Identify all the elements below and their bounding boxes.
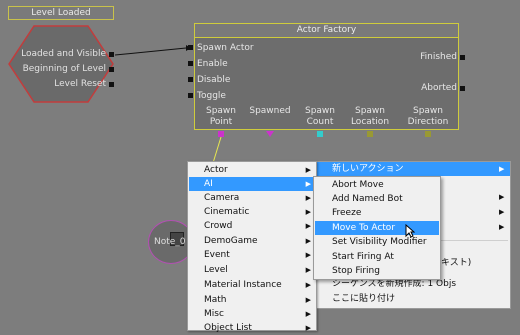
chevron-right-icon: ▶ bbox=[499, 208, 505, 216]
factory-variable-label: Spawned bbox=[249, 106, 291, 116]
menu-item-level[interactable]: Level ▶ bbox=[189, 263, 315, 277]
new-action-label: 新しいアクション bbox=[332, 164, 404, 174]
chevron-right-icon: ▶ bbox=[305, 296, 311, 304]
factory-variable-label: Spawn Point bbox=[205, 106, 236, 127]
factory-input-label: Enable bbox=[197, 59, 228, 69]
note-label: Note_0 bbox=[154, 237, 186, 247]
chevron-right-icon: ▶ bbox=[499, 193, 505, 201]
spawned-connector[interactable] bbox=[266, 131, 274, 137]
factory-input-pin[interactable] bbox=[188, 45, 193, 50]
chevron-right-icon: ▶ bbox=[305, 310, 311, 318]
factory-input-label: Toggle bbox=[197, 91, 226, 101]
factory-input-pin[interactable] bbox=[188, 61, 193, 66]
menu-item-object-list[interactable]: Object List ▶ bbox=[189, 321, 315, 335]
menu-item-event[interactable]: Event ▶ bbox=[189, 248, 315, 262]
spawn-point-connector[interactable] bbox=[218, 131, 224, 137]
ai-submenu: Abort Move Add Named Bot Freeze Move To … bbox=[313, 176, 441, 280]
menu-item-add-named-bot[interactable]: Add Named Bot bbox=[315, 192, 439, 206]
chevron-right-icon: ▶ bbox=[305, 208, 311, 216]
factory-input-pin[interactable] bbox=[188, 77, 193, 82]
menu-item-demogame[interactable]: DemoGame ▶ bbox=[189, 234, 315, 248]
menu-item-stop-firing[interactable]: Stop Firing bbox=[315, 264, 439, 278]
factory-input-label: Disable bbox=[197, 75, 231, 85]
factory-input-label: Spawn Actor bbox=[197, 43, 254, 53]
menu-item-misc[interactable]: Misc ▶ bbox=[189, 307, 315, 321]
menu-item-start-firing-at[interactable]: Start Firing At bbox=[315, 250, 439, 264]
menu-item-material-instance[interactable]: Material Instance ▶ bbox=[189, 278, 315, 292]
chevron-right-icon: ▶ bbox=[305, 180, 311, 188]
chevron-right-icon: ▶ bbox=[305, 194, 311, 202]
spawn-location-connector[interactable] bbox=[367, 131, 373, 137]
chevron-right-icon: ▶ bbox=[305, 222, 311, 230]
menu-item-abort-move[interactable]: Abort Move bbox=[315, 178, 439, 192]
menu-item-math[interactable]: Math ▶ bbox=[189, 293, 315, 307]
context-menu-categories: Actor ▶ AI ▶ Camera ▶ Cinematic ▶ Crowd ▶ Dem… bbox=[187, 161, 317, 333]
factory-input-pin[interactable] bbox=[188, 93, 193, 98]
factory-node-title[interactable]: Actor Factory bbox=[194, 23, 459, 38]
chevron-right-icon: ▶ bbox=[305, 281, 311, 289]
factory-output-pin[interactable] bbox=[460, 86, 465, 91]
factory-variable-label: Spawn Direction bbox=[407, 106, 449, 127]
menu-item-actor[interactable]: Actor ▶ bbox=[189, 163, 315, 177]
spawn-count-connector[interactable] bbox=[317, 131, 323, 137]
chevron-right-icon: ▶ bbox=[499, 165, 505, 173]
factory-output-label: Aborted bbox=[421, 83, 457, 93]
menu-item-ai[interactable]: AI ▶ bbox=[189, 177, 315, 191]
chevron-right-icon: ▶ bbox=[305, 266, 311, 274]
chevron-right-icon: ▶ bbox=[305, 251, 311, 259]
menu-item-crowd[interactable]: Crowd ▶ bbox=[189, 219, 315, 233]
chevron-right-icon: ▶ bbox=[305, 166, 311, 174]
factory-output-pin[interactable] bbox=[460, 55, 465, 60]
chevron-right-icon: ▶ bbox=[499, 223, 505, 231]
menu-item-cinematic[interactable]: Cinematic ▶ bbox=[189, 205, 315, 219]
factory-variable-label: Spawn Location bbox=[350, 106, 390, 127]
chevron-right-icon: ▶ bbox=[305, 324, 311, 332]
factory-output-label: Finished bbox=[420, 52, 457, 62]
chevron-right-icon: ▶ bbox=[305, 237, 311, 245]
menu-item-move-to-actor[interactable]: Move To Actor bbox=[315, 221, 439, 235]
menu-item-partial[interactable]: キスト) bbox=[441, 256, 471, 270]
menu-item-set-visibility-modifier[interactable]: Set Visibility Modifier bbox=[315, 235, 439, 249]
arrow-cursor-icon bbox=[405, 224, 415, 238]
menu-item-paste-here[interactable]: ここに貼り付け bbox=[332, 292, 395, 306]
factory-variable-label: Spawn Count bbox=[304, 106, 335, 127]
menu-item-camera[interactable]: Camera ▶ bbox=[189, 191, 315, 205]
menu-item-freeze[interactable]: Freeze bbox=[315, 206, 439, 220]
spawn-direction-connector[interactable] bbox=[425, 131, 431, 137]
